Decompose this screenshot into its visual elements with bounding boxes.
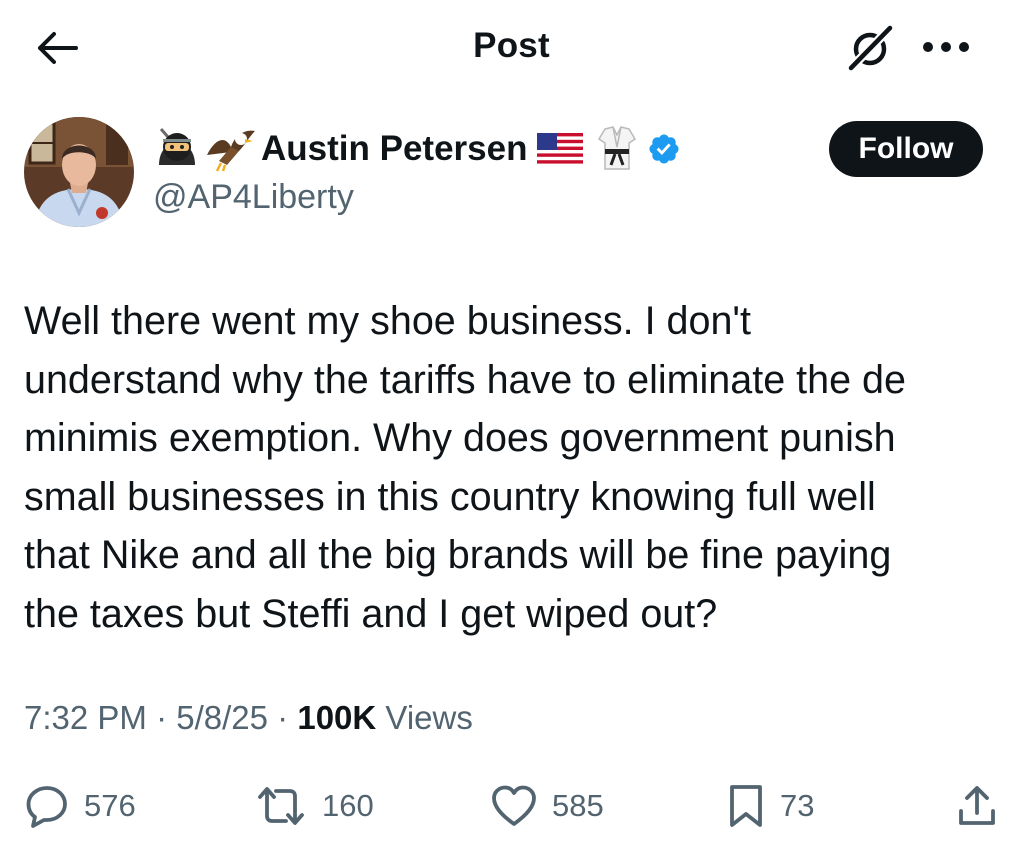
author-display-name: Austin Petersen bbox=[261, 129, 528, 168]
bookmark-count: 73 bbox=[780, 788, 815, 823]
views-count[interactable]: 100K bbox=[297, 699, 376, 736]
verified-badge-icon bbox=[647, 132, 681, 166]
post-time[interactable]: 7:32 PM bbox=[24, 699, 147, 736]
post-text-line: the taxes but Steffi and I get wiped out… bbox=[24, 591, 718, 636]
repost-button[interactable]: 160 bbox=[254, 770, 374, 842]
post-text-line: minimis exemption. Why does government p… bbox=[24, 416, 896, 460]
ninja-emoji bbox=[153, 125, 201, 173]
post-date[interactable]: 5/8/25 bbox=[176, 699, 268, 736]
profile-photo bbox=[24, 117, 134, 227]
post-meta: 7:32 PM · 5/8/25 · 100K Views bbox=[24, 699, 473, 737]
meta-separator: · bbox=[156, 699, 168, 736]
meta-separator: · bbox=[277, 699, 289, 736]
bookmark-icon bbox=[730, 785, 762, 827]
post-text-line: small businesses in this country knowing… bbox=[24, 474, 876, 519]
martial-arts-uniform-emoji bbox=[597, 125, 637, 173]
author-name-row[interactable]: Austin Petersen bbox=[153, 124, 681, 174]
avatar[interactable] bbox=[24, 117, 134, 227]
post-page: Post Austin Petersen @AP4Liberty Follow … bbox=[0, 0, 1023, 849]
action-bar: 576 160 585 73 bbox=[0, 770, 1023, 842]
share-button[interactable] bbox=[955, 770, 999, 842]
views-label[interactable]: Views bbox=[385, 699, 472, 736]
more-horizontal-icon bbox=[923, 42, 969, 52]
more-options-button[interactable] bbox=[918, 24, 974, 70]
eagle-emoji bbox=[205, 125, 257, 173]
reply-button[interactable]: 576 bbox=[24, 770, 136, 842]
like-count: 585 bbox=[552, 788, 604, 823]
post-text-line: Well there went my shoe business. I don'… bbox=[24, 299, 751, 343]
share-icon bbox=[959, 786, 995, 825]
author-handle[interactable]: @AP4Liberty bbox=[153, 178, 354, 217]
heart-icon bbox=[492, 785, 536, 826]
repost-icon bbox=[258, 787, 304, 825]
us-flag-emoji bbox=[537, 133, 584, 165]
repost-count: 160 bbox=[322, 788, 374, 823]
grok-button[interactable] bbox=[843, 22, 897, 74]
grok-icon bbox=[848, 24, 894, 71]
top-bar: Post bbox=[0, 0, 1023, 96]
post-text-line: that Nike and all the big brands will be… bbox=[24, 533, 892, 577]
bookmark-button[interactable]: 73 bbox=[726, 770, 814, 842]
follow-button[interactable]: Follow bbox=[829, 121, 983, 177]
reply-count: 576 bbox=[84, 788, 136, 823]
post-text: Well there went my shoe business. I don'… bbox=[24, 292, 1014, 643]
reply-icon bbox=[26, 786, 67, 828]
like-button[interactable]: 585 bbox=[490, 770, 604, 842]
post-text-line: understand why the tariffs have to elimi… bbox=[24, 357, 906, 402]
